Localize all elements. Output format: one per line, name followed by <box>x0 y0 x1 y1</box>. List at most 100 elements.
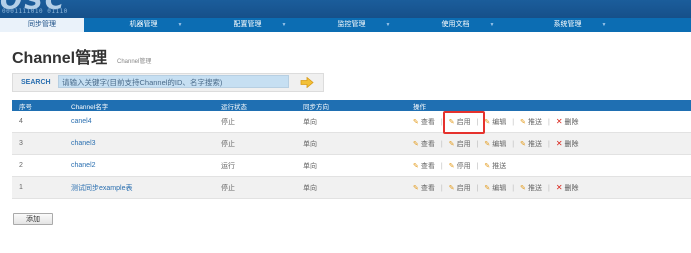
cell-operations: ✎ 查看 | ✎ 启用 | ✎ 编辑 | ✎ 推送 | ✕ 删除 <box>406 132 691 155</box>
nav-item-monitor[interactable]: 监控管理 ▼ <box>316 18 412 32</box>
channel-name-link[interactable]: canel4 <box>71 118 92 125</box>
search-bar: SEARCH 请输入关键字(目前支持Channel的ID、名字搜索) <box>12 73 324 92</box>
cell-id: 4 <box>12 111 64 133</box>
pencil-icon: ✎ <box>484 118 491 126</box>
delete-icon: ✕ <box>555 182 563 192</box>
chevron-down-icon: ▼ <box>385 22 391 28</box>
enable-link[interactable]: ✎ 启用 <box>449 185 471 192</box>
pencil-icon: ✎ <box>448 162 455 170</box>
table-row: 3 chanel3 停止 单向 ✎ 查看 | ✎ 启用 | ✎ 编辑 | ✎ 推送 | ✕ 删除 <box>12 132 691 155</box>
view-link[interactable]: ✎ 查看 <box>413 163 435 170</box>
cell-operations: ✎ 查看 | ✎ 停用 | ✎ 推送 <box>406 154 691 177</box>
main-nav: 同步管理 机器管理 ▼ 配置管理 ▼ 监控管理 ▼ 使用文档 ▼ 系统管理 ▼ <box>0 18 691 32</box>
delete-link[interactable]: ✕ 删除 <box>555 182 579 192</box>
pencil-icon: ✎ <box>520 184 526 192</box>
channel-name-link[interactable]: chanel3 <box>71 140 96 147</box>
search-label: SEARCH <box>21 79 51 86</box>
nav-item-label: 配置管理 <box>233 21 262 28</box>
separator: | <box>512 184 515 192</box>
nav-item-machine[interactable]: 机器管理 ▼ <box>108 18 204 32</box>
nav-item-system[interactable]: 系统管理 ▼ <box>532 18 628 32</box>
edit-link[interactable]: ✎ 编辑 <box>484 185 506 192</box>
separator: | <box>476 140 479 148</box>
search-input[interactable]: 请输入关键字(目前支持Channel的ID、名字搜索) <box>58 75 289 88</box>
cell-operations: ✎ 查看 | ✎ 启用 | ✎ 编辑 | ✎ 推送 | ✕ 删除 <box>406 176 691 199</box>
pencil-icon: ✎ <box>448 140 455 148</box>
channel-name-link[interactable]: chanel2 <box>71 162 96 169</box>
cell-status: 运行 <box>214 154 296 177</box>
nav-item-docs[interactable]: 使用文档 ▼ <box>420 18 516 32</box>
nav-item-label: 机器管理 <box>129 21 158 28</box>
annotation-highlight-box <box>443 111 485 134</box>
cell-id: 3 <box>12 132 64 155</box>
push-link[interactable]: ✎ 推送 <box>520 141 542 148</box>
separator: | <box>547 140 550 148</box>
cell-direction: 单向 <box>296 154 406 177</box>
table-row: 4 canel4 停止 单向 ✎ 查看 | ✎ 启用 | ✎ 编辑 | ✎ 推送 | ✕ 删除 <box>12 111 691 133</box>
edit-link[interactable]: ✎ 编辑 <box>484 119 506 126</box>
column-header-direction: 同步方向 <box>296 100 406 111</box>
pencil-icon: ✎ <box>413 118 419 126</box>
chevron-down-icon: ▼ <box>177 22 183 28</box>
pencil-icon: ✎ <box>484 140 491 148</box>
nav-item-label: 监控管理 <box>337 21 366 28</box>
table-header-row: 序号 Channel名字 运行状态 同步方向 操作 <box>12 100 691 111</box>
view-link[interactable]: ✎ 查看 <box>413 119 435 126</box>
channel-name-link[interactable]: 测试同步example表 <box>71 185 132 192</box>
pencil-icon: ✎ <box>484 162 491 170</box>
delete-icon: ✕ <box>555 138 563 148</box>
cell-id: 2 <box>12 154 64 177</box>
channel-table: 序号 Channel名字 运行状态 同步方向 操作 4 canel4 停止 单向… <box>12 100 691 199</box>
page-title: Channel管理 <box>12 50 108 67</box>
separator: | <box>512 118 515 126</box>
cell-status: 停止 <box>214 111 296 133</box>
nav-item-label: 系统管理 <box>553 21 582 28</box>
nav-item-config[interactable]: 配置管理 ▼ <box>212 18 308 32</box>
nav-item-sync[interactable]: 同步管理 <box>0 18 84 32</box>
column-header-name: Channel名字 <box>64 100 214 111</box>
pencil-icon: ✎ <box>413 184 419 192</box>
add-channel-button[interactable]: 添加 <box>13 213 53 225</box>
separator: | <box>476 184 479 192</box>
pencil-icon: ✎ <box>520 140 526 148</box>
nav-item-label: 同步管理 <box>28 21 56 28</box>
cell-status: 停止 <box>214 132 296 155</box>
separator: | <box>440 140 443 148</box>
pencil-icon: ✎ <box>448 184 455 192</box>
cell-direction: 单向 <box>296 132 406 155</box>
push-link[interactable]: ✎ 推送 <box>484 163 506 170</box>
edit-link[interactable]: ✎ 编辑 <box>484 141 506 148</box>
separator: | <box>512 140 515 148</box>
table-row: 2 chanel2 运行 单向 ✎ 查看 | ✎ 停用 | ✎ 推送 <box>12 154 691 177</box>
view-link[interactable]: ✎ 查看 <box>413 185 435 192</box>
delete-link[interactable]: ✕ 删除 <box>555 116 579 126</box>
column-header-operations: 操作 <box>406 100 691 111</box>
chevron-down-icon: ▼ <box>489 22 495 28</box>
pencil-icon: ✎ <box>413 162 419 170</box>
table-row: 1 测试同步example表 停止 单向 ✎ 查看 | ✎ 启用 | ✎ 编辑 | ✎ 推送 | ✕ 删除 <box>12 176 691 199</box>
column-header-id: 序号 <box>12 100 64 111</box>
cell-direction: 单向 <box>296 111 406 133</box>
push-link[interactable]: ✎ 推送 <box>520 119 542 126</box>
column-header-status: 运行状态 <box>214 100 296 111</box>
enable-link[interactable]: ✎ 启用 <box>449 141 471 148</box>
pencil-icon: ✎ <box>413 140 419 148</box>
page-subtitle: Channel管理 <box>117 59 152 65</box>
disable-link[interactable]: ✎ 停用 <box>449 163 471 170</box>
cell-status: 停止 <box>214 176 296 199</box>
chevron-down-icon: ▼ <box>601 22 607 28</box>
delete-link[interactable]: ✕ 删除 <box>555 138 579 148</box>
delete-icon: ✕ <box>555 116 563 126</box>
push-link[interactable]: ✎ 推送 <box>520 185 542 192</box>
arrow-right-icon[interactable] <box>300 77 314 88</box>
pencil-icon: ✎ <box>484 184 491 192</box>
logo-binary-decoration: 0001111010 01110 <box>2 8 68 15</box>
nav-item-label: 使用文档 <box>441 21 470 28</box>
separator: | <box>547 184 550 192</box>
separator: | <box>440 162 443 170</box>
view-link[interactable]: ✎ 查看 <box>413 141 435 148</box>
separator: | <box>547 118 550 126</box>
top-banner: OSC 0001111010 01110 <box>0 0 691 18</box>
separator: | <box>476 162 479 170</box>
pencil-icon: ✎ <box>520 118 526 126</box>
